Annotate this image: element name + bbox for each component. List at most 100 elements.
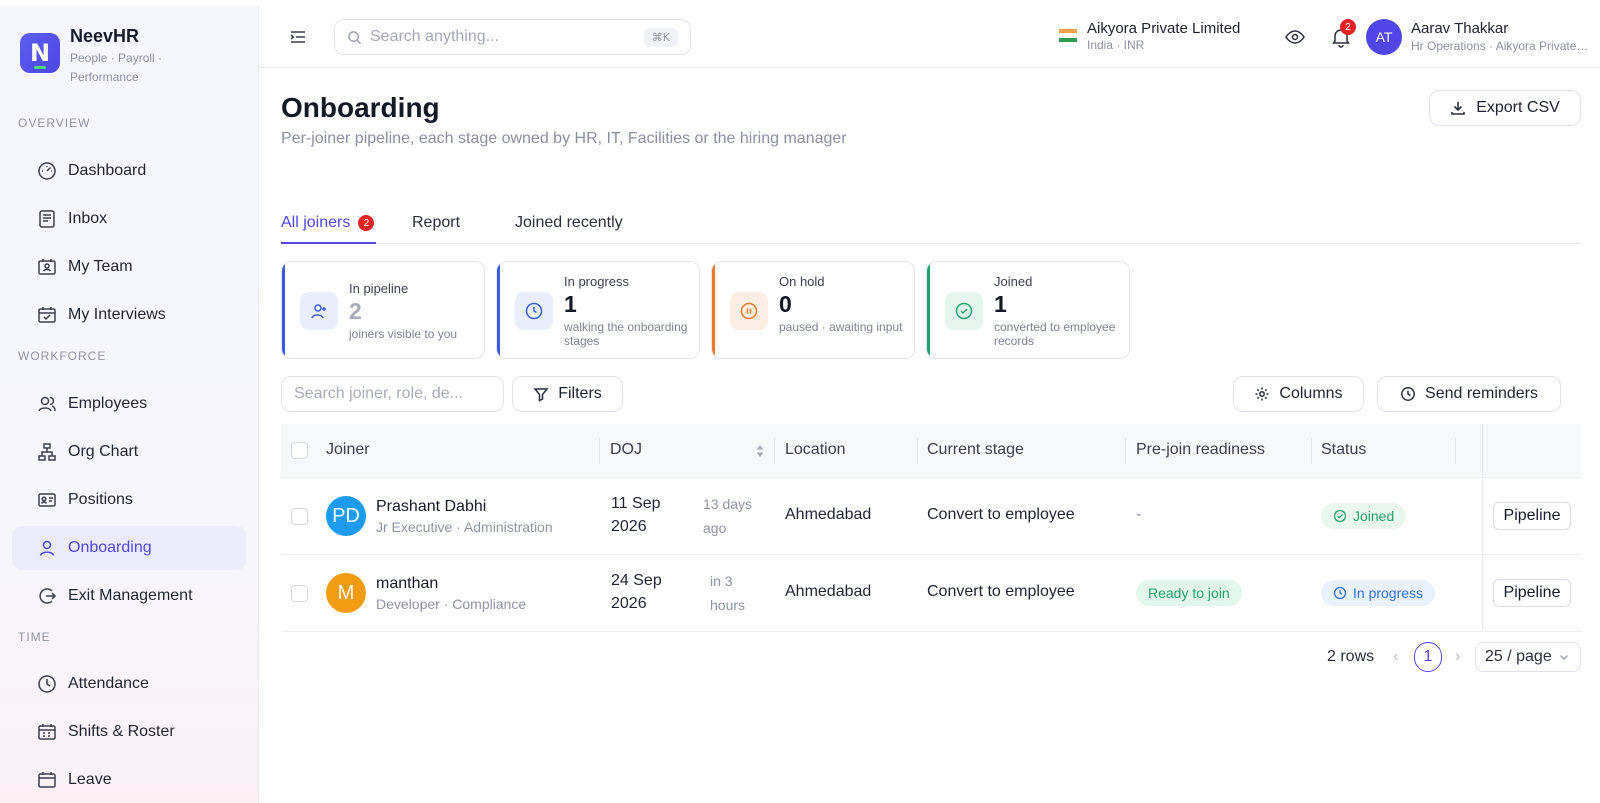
joiner-search-input[interactable]: Search joiner, role, de... <box>281 376 504 412</box>
tab-all-joiners[interactable]: All joiners 2 <box>281 214 375 232</box>
id-card-icon <box>38 493 56 507</box>
sidebar: N NeevHR People · Payroll · Performance … <box>0 6 259 803</box>
org-chart-icon <box>38 443 56 461</box>
nav-section-workforce: WORKFORCE <box>18 349 107 363</box>
sidebar-item-my-interviews[interactable]: My Interviews <box>12 293 246 337</box>
org-name: Aikyora Private Limited <box>1087 20 1241 37</box>
send-reminders-button[interactable]: Send reminders <box>1377 376 1561 412</box>
row-checkbox[interactable] <box>291 585 308 602</box>
status-badge: Joined <box>1321 503 1407 529</box>
stat-card-on-hold[interactable]: On hold 0 paused · awaiting input <box>711 261 915 359</box>
sidebar-item-label: Shifts & Roster <box>68 723 175 740</box>
pipeline-button[interactable]: Pipeline <box>1493 502 1571 530</box>
stat-label: On hold <box>779 274 825 289</box>
tab-bar: All joiners 2 Report Joined recently <box>281 202 1581 244</box>
sidebar-item-employees[interactable]: Employees <box>12 382 246 426</box>
brand-logo[interactable]: N <box>20 33 60 73</box>
sidebar-item-exit-management[interactable]: Exit Management <box>12 574 246 618</box>
sort-icon[interactable] <box>755 443 765 459</box>
sidebar-item-dashboard[interactable]: Dashboard <box>12 149 246 193</box>
sidebar-toggle-icon[interactable] <box>289 28 307 46</box>
download-icon <box>1451 102 1466 115</box>
sidebar-item-leave[interactable]: Leave <box>12 758 246 802</box>
location: Ahmedabad <box>785 506 872 523</box>
sidebar-item-label: My Interviews <box>68 306 166 323</box>
column-header-status[interactable]: Status <box>1321 441 1366 459</box>
current-stage: Convert to employee <box>927 506 1075 523</box>
stat-description: walking the onboarding stages <box>564 320 688 348</box>
doj-year: 2026 <box>611 595 647 612</box>
sidebar-item-label: Inbox <box>68 210 108 227</box>
readiness: - <box>1136 506 1142 523</box>
tab-joined-recently[interactable]: Joined recently <box>515 214 623 232</box>
sidebar-item-org-chart[interactable]: Org Chart <box>12 430 246 474</box>
filters-label: Filters <box>558 385 602 402</box>
columns-button[interactable]: Columns <box>1233 376 1364 412</box>
column-header-joiner[interactable]: Joiner <box>326 441 370 459</box>
column-header-location[interactable]: Location <box>785 441 846 459</box>
stat-description: paused · awaiting input <box>779 320 903 334</box>
stat-description: converted to employee records <box>994 320 1116 348</box>
stat-label: In progress <box>564 274 630 289</box>
column-header-current-stage[interactable]: Current stage <box>927 441 1024 459</box>
joiner-name[interactable]: Prashant Dabhi <box>376 498 486 516</box>
sidebar-item-shifts-roster[interactable]: Shifts & Roster <box>12 710 246 754</box>
eye-icon[interactable] <box>1284 26 1306 48</box>
page-title: Onboarding <box>281 92 440 123</box>
select-all-checkbox[interactable] <box>291 442 308 459</box>
next-page-icon[interactable]: › <box>1455 642 1460 672</box>
clock-icon <box>525 302 543 320</box>
doj-date: 24 Sep <box>611 572 662 589</box>
sidebar-item-inbox[interactable]: Inbox <box>12 197 246 241</box>
sidebar-item-attendance[interactable]: Attendance <box>12 662 246 706</box>
page-size-select[interactable]: 25 / page <box>1475 642 1581 672</box>
filter-icon <box>533 388 549 402</box>
tab-report[interactable]: Report <box>412 214 460 232</box>
stat-card-in-pipeline[interactable]: In pipeline 2 joiners visible to you <box>281 261 485 359</box>
table-row[interactable]: M manthan Developer · Compliance 24 Sep … <box>281 555 1581 632</box>
joiner-name[interactable]: manthan <box>376 575 438 593</box>
export-csv-button[interactable]: Export CSV <box>1429 90 1581 126</box>
main-content: Search anything... ⌘K Aikyora Private Li… <box>259 6 1600 803</box>
notification-badge: 2 <box>1340 19 1356 35</box>
column-header-readiness[interactable]: Pre-join readiness <box>1136 441 1265 459</box>
columns-label: Columns <box>1279 385 1343 402</box>
reminders-label: Send reminders <box>1425 385 1538 402</box>
sidebar-item-label: Exit Management <box>68 587 193 604</box>
sidebar-item-positions[interactable]: Positions <box>12 478 246 522</box>
export-label: Export CSV <box>1476 99 1560 116</box>
user-menu[interactable]: Aarav Thakkar Hr Operations · Aikyora Pr… <box>1411 20 1591 53</box>
sidebar-item-label: Attendance <box>68 675 149 692</box>
stat-card-joined[interactable]: Joined 1 converted to employee records <box>926 261 1130 359</box>
clock-icon <box>1401 387 1415 401</box>
sidebar-item-label: Employees <box>68 395 148 412</box>
users-icon <box>38 396 56 412</box>
readiness-badge: Ready to join <box>1136 580 1242 606</box>
stat-card-in-progress[interactable]: In progress 1 walking the onboarding sta… <box>496 261 700 359</box>
column-header-doj[interactable]: DOJ <box>610 441 642 459</box>
joiner-role: Jr Executive · Administration <box>376 519 553 535</box>
global-search-input[interactable]: Search anything... ⌘K <box>334 19 691 55</box>
org-region: India · INR <box>1087 38 1145 52</box>
user-avatar[interactable]: AT <box>1366 19 1402 55</box>
org-switcher[interactable]: Aikyora Private Limited India · INR <box>1059 20 1240 52</box>
user-icon <box>39 540 55 556</box>
inbox-icon <box>39 210 55 228</box>
check-circle-icon <box>955 302 973 320</box>
pipeline-button[interactable]: Pipeline <box>1493 579 1571 607</box>
table-row[interactable]: PD Prashant Dabhi Jr Executive · Adminis… <box>281 478 1581 555</box>
topbar: Search anything... ⌘K Aikyora Private Li… <box>259 6 1600 68</box>
filters-button[interactable]: Filters <box>512 376 623 412</box>
row-count: 2 rows <box>1327 648 1375 665</box>
sidebar-item-onboarding[interactable]: Onboarding <box>12 526 246 570</box>
clock-icon <box>38 675 56 693</box>
active-tab-indicator <box>281 242 376 244</box>
doj-relative-2: ago <box>703 520 727 536</box>
page-subtitle: Per-joiner pipeline, each stage owned by… <box>281 130 847 147</box>
doj-relative-2: hours <box>710 597 746 613</box>
sidebar-item-my-team[interactable]: My Team <box>12 245 246 289</box>
prev-page-icon[interactable]: ‹ <box>1393 642 1398 672</box>
joiner-role: Developer · Compliance <box>376 596 527 612</box>
row-checkbox[interactable] <box>291 508 308 525</box>
page-number[interactable]: 1 <box>1414 642 1442 672</box>
